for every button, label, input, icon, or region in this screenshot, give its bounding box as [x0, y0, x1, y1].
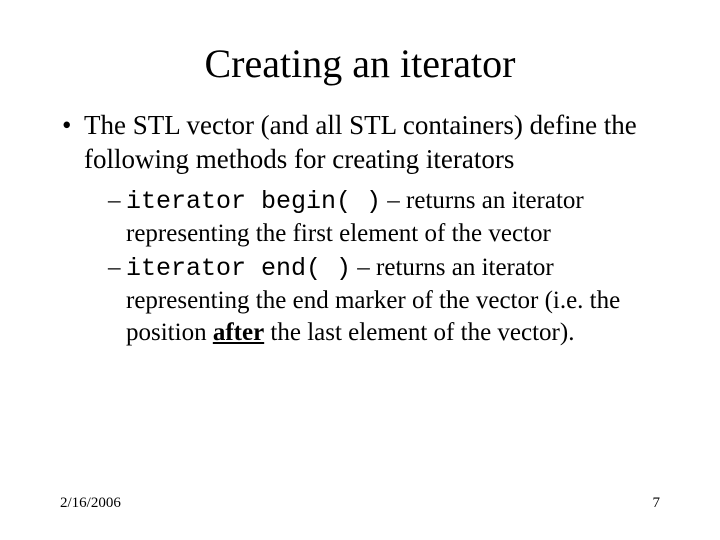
footer-date: 2/16/2006 [60, 495, 121, 512]
slide-title: Creating an iterator [60, 40, 660, 87]
sub-bullet-begin: iterator begin( ) – returns an iterator … [108, 185, 660, 250]
sub-bullet-end: iterator end( ) – returns an iterator re… [108, 252, 660, 349]
code-begin: iterator begin( ) [126, 187, 381, 216]
footer-page-number: 7 [653, 495, 661, 512]
sub-bullet-list: iterator begin( ) – returns an iterator … [60, 185, 660, 349]
code-end: iterator end( ) [126, 254, 351, 283]
main-bullet: The STL vector (and all STL containers) … [60, 109, 660, 177]
sub-bullet-end-text-b: the last element of the vector). [264, 319, 574, 346]
emph-after: after [213, 319, 264, 346]
footer: 2/16/2006 7 [60, 495, 660, 512]
slide: Creating an iterator The STL vector (and… [0, 0, 720, 540]
